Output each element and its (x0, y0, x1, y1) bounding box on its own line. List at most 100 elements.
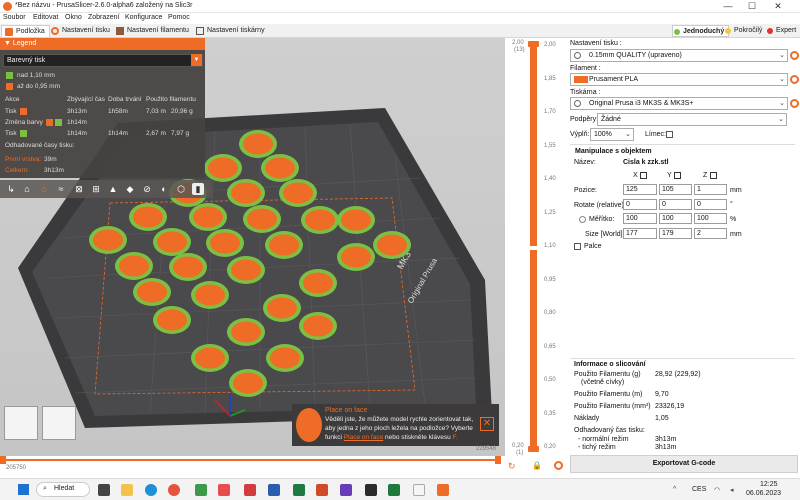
app-icon[interactable] (195, 484, 207, 496)
wifi-icon[interactable]: ◠ (714, 486, 720, 494)
scale-x-field[interactable]: 100 (623, 213, 657, 224)
rotate-y-field[interactable]: 0 (659, 199, 692, 210)
mode-expert[interactable]: Expert (766, 25, 796, 37)
file-explorer-icon[interactable] (121, 484, 133, 496)
layer-slider[interactable]: 2,00 (13) 2,00 1,85 1,70 1,55 1,40 1,25 1,10 0,… (508, 38, 564, 456)
cog-icon[interactable]: ↻ (508, 461, 516, 472)
language-indicator[interactable]: CES (692, 486, 706, 493)
tool-marker-icon[interactable]: ▮ (192, 183, 204, 195)
gear-icon[interactable] (790, 99, 799, 108)
tab-printer-settings[interactable]: Nastavení tiskárny (193, 25, 269, 37)
tray-chevron-icon[interactable]: ^ (673, 486, 676, 493)
filament-preset-select[interactable]: Prusament PLA ⌄ (570, 73, 788, 86)
windows-start-icon[interactable] (18, 484, 29, 495)
lower-thumb[interactable] (528, 446, 539, 452)
app-icon[interactable] (388, 484, 400, 496)
color-changes-icon[interactable]: ▲ (107, 183, 119, 195)
mode-simple[interactable]: Jednoduchý (672, 25, 730, 37)
position-z-field[interactable]: 1 (694, 184, 727, 195)
menu-editovat[interactable]: Editovat (33, 14, 58, 21)
menu-konfigurace[interactable]: Konfigurace (125, 14, 162, 21)
chrome-icon[interactable] (168, 484, 180, 496)
edge-icon[interactable] (145, 484, 157, 496)
seams-icon[interactable]: ⊠ (73, 183, 85, 195)
dropdown-arrow-icon: ▼ (191, 54, 202, 66)
brim-checkbox[interactable] (666, 131, 673, 138)
rotate-z-field[interactable]: 0 (694, 199, 727, 210)
size-x-field[interactable]: 177 (623, 228, 657, 239)
word-icon[interactable] (268, 484, 280, 496)
app-icon[interactable] (244, 484, 256, 496)
close-icon[interactable]: ✕ (480, 417, 494, 431)
deretractions-icon[interactable]: ≈ (55, 183, 67, 195)
lock-icon[interactable] (579, 216, 586, 223)
hint-link[interactable]: Place on face (344, 434, 383, 441)
gear-icon[interactable] (554, 461, 563, 470)
color-change-marker[interactable] (529, 246, 538, 250)
chevron-down-icon: ⌄ (779, 76, 785, 83)
upper-thumb[interactable] (528, 41, 539, 47)
disc-top-layer (195, 347, 225, 369)
prusaslicer-taskbar-icon[interactable] (437, 484, 449, 496)
gear-icon[interactable] (790, 51, 799, 60)
maximize-button[interactable]: ☐ (742, 1, 762, 12)
menu-okno[interactable]: Okno (65, 14, 82, 21)
inches-checkbox[interactable] (574, 243, 581, 250)
wipe-icon[interactable]: ⌂ (21, 183, 33, 195)
title-bar: *Bez názvu - PrusaSlicer-2.6.0-alpha6 za… (0, 0, 800, 13)
menu-zobrazeni[interactable]: Zobrazení (88, 14, 120, 21)
gear-icon[interactable] (790, 75, 799, 84)
view-type-select[interactable]: Barevný tisk ▼ (3, 54, 203, 67)
tab-filament-settings[interactable]: Nastavení filamentu (113, 25, 193, 37)
scale-y-field[interactable]: 100 (659, 213, 692, 224)
legend-header[interactable]: ▼ Legend (0, 38, 205, 50)
powerpoint-icon[interactable] (316, 484, 328, 496)
move-slider-right-thumb[interactable] (495, 456, 501, 464)
lock-icon[interactable]: 🔒 (532, 461, 542, 470)
export-gcode-button[interactable]: Exportovat G-code (570, 455, 798, 473)
size-y-field[interactable]: 179 (659, 228, 692, 239)
tab-plater[interactable]: Podložka (1, 25, 50, 37)
clock-time[interactable]: 12:25 (760, 481, 778, 488)
retractions-icon[interactable]: ⌂ (38, 183, 50, 195)
task-view-icon[interactable] (98, 484, 110, 496)
app-icon[interactable] (413, 484, 425, 496)
layers-view-icon[interactable] (42, 406, 76, 440)
tool-changes-icon[interactable]: ⊞ (90, 183, 102, 195)
view-3d-cube-icon[interactable] (4, 406, 38, 440)
close-button[interactable]: ✕ (768, 1, 788, 12)
scale-z-field[interactable]: 100 (694, 213, 727, 224)
app-icon[interactable] (218, 484, 230, 496)
clock-date[interactable]: 06.06.2023 (746, 490, 781, 497)
supports-select[interactable]: Žádné ⌄ (597, 113, 787, 126)
app-icon[interactable] (365, 484, 377, 496)
print-preset-select[interactable]: 0.15mm QUALITY (upraveno) ⌄ (570, 49, 788, 62)
supports-label: Podpěry: (570, 116, 599, 123)
menu-pomoc[interactable]: Pomoc (168, 14, 190, 21)
rotate-x-field[interactable]: 0 (623, 199, 657, 210)
printer-preset-select[interactable]: Original Prusa i3 MK3S & MK3S+ ⌄ (570, 97, 788, 110)
move-slider[interactable]: 205750 229548 (0, 446, 505, 478)
volume-icon[interactable]: ◂ (730, 486, 734, 494)
position-x-field[interactable]: 125 (623, 184, 657, 195)
minimize-button[interactable]: — (718, 1, 738, 12)
size-z-field[interactable]: 2 (694, 228, 727, 239)
excel-icon[interactable] (293, 484, 305, 496)
center-of-gravity-icon[interactable]: ◐ (158, 183, 170, 195)
pause-prints-icon[interactable]: ◆ (124, 183, 136, 195)
shells-icon[interactable]: ⬡ (175, 183, 187, 195)
travel-icon[interactable]: ↳ (5, 183, 17, 195)
menu-soubor[interactable]: Soubor (3, 14, 26, 21)
tab-print-settings[interactable]: Nastavení tisku (48, 25, 114, 37)
position-y-field[interactable]: 105 (659, 184, 692, 195)
row3-action: Tisk (5, 130, 17, 137)
move-slider-track[interactable] (4, 459, 498, 461)
slider-tick-label: 2,00 (544, 42, 556, 48)
infill-select[interactable]: 100% ⌄ (590, 128, 634, 141)
move-slider-left-thumb[interactable] (0, 456, 6, 464)
app-icon[interactable] (340, 484, 352, 496)
mode-advanced[interactable]: Pokročilý (724, 25, 762, 37)
custom-gcodes-icon[interactable]: ⊘ (141, 183, 153, 195)
silent-mode-label: - tichý režim (578, 444, 616, 451)
window-title: *Bez názvu - PrusaSlicer-2.6.0-alpha6 za… (15, 2, 193, 9)
